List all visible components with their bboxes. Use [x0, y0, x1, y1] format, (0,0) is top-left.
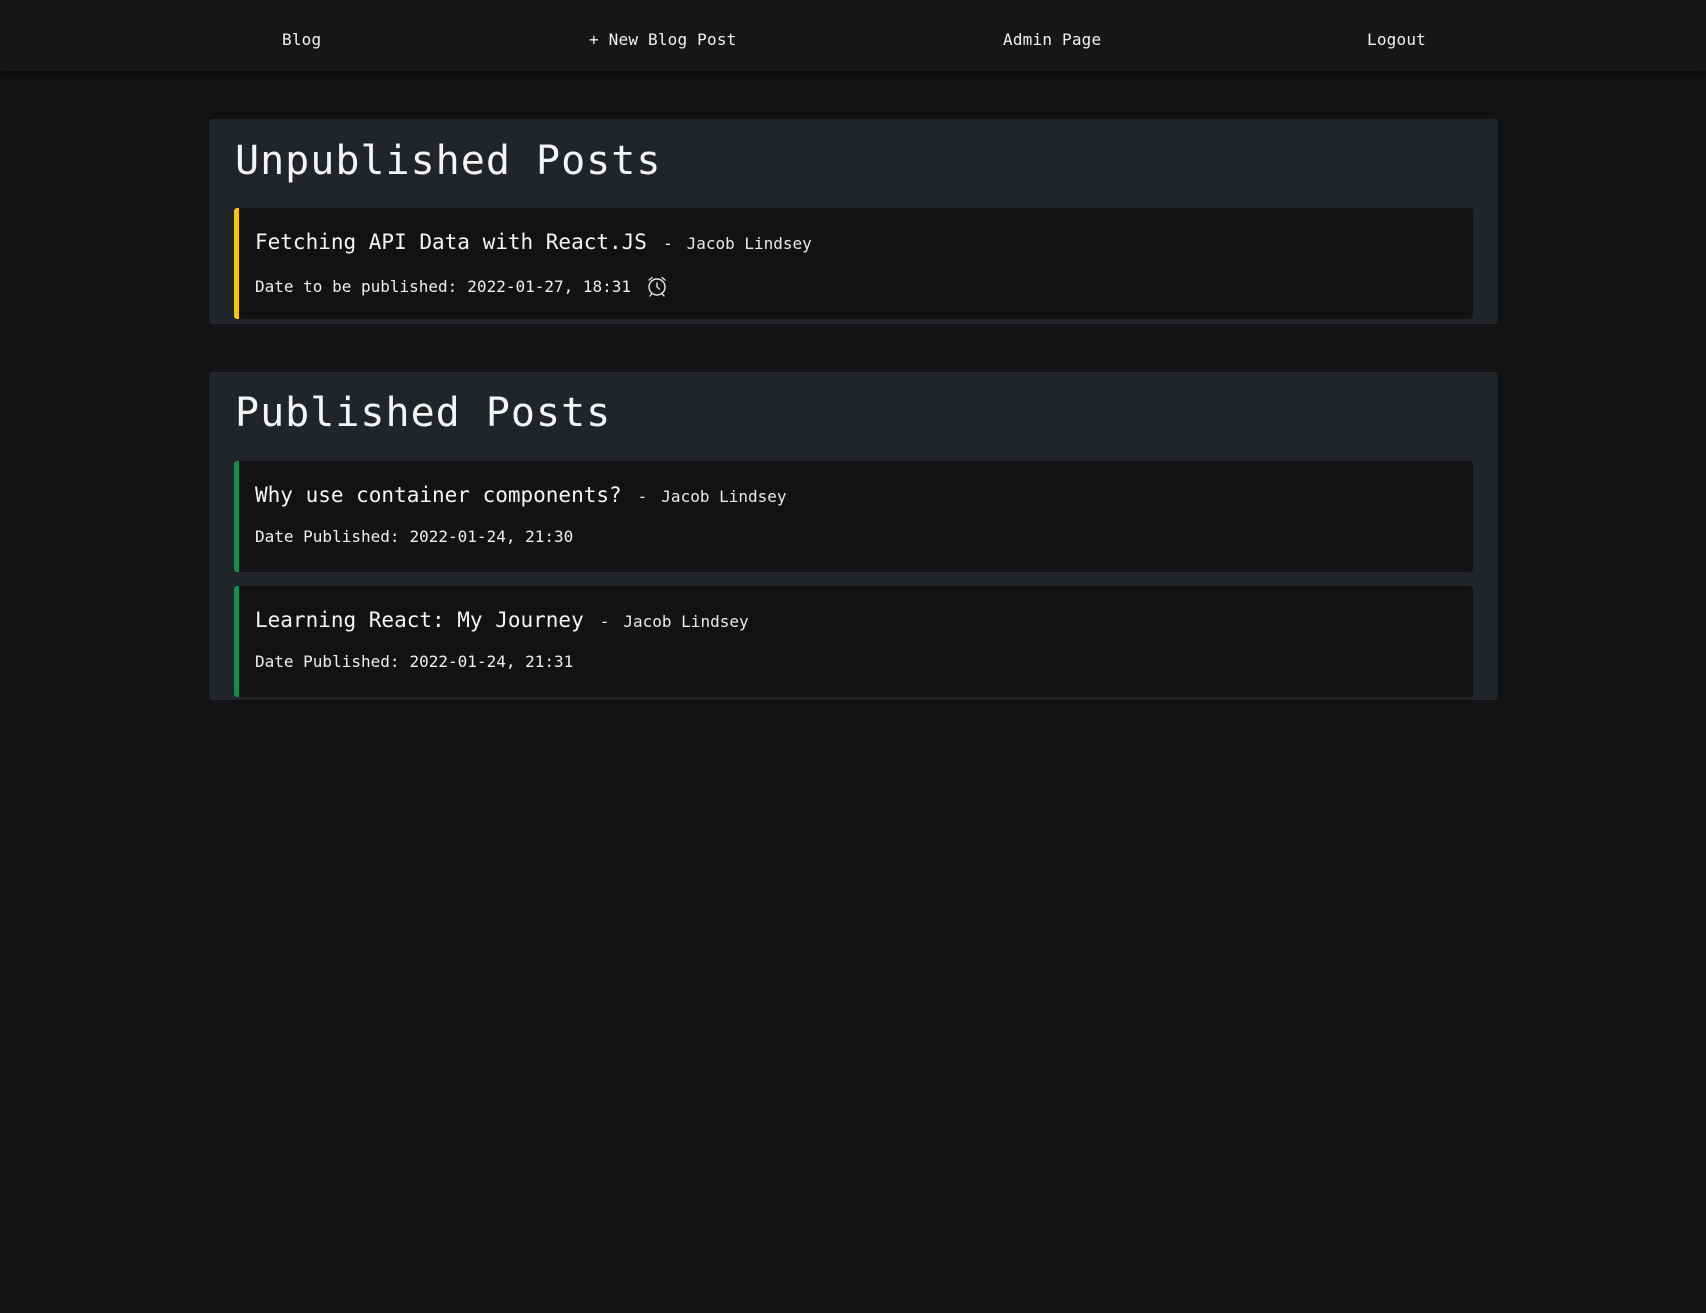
published-post-card[interactable]: Learning React: My Journey - Jacob Lindsey…	[234, 586, 1473, 697]
nav-link-logout[interactable]: Logout	[1367, 30, 1426, 49]
post-author: Jacob Lindsey	[661, 487, 787, 506]
post-date-row: Date Published: 2022-01-24, 21:30	[255, 527, 573, 546]
post-title[interactable]: Why use container components?	[255, 483, 622, 507]
nav-link-new-blog-post[interactable]: + New Blog Post	[589, 30, 737, 49]
top-navbar: Blog + New Blog Post Admin Page Logout	[0, 0, 1706, 71]
nav-link-blog[interactable]: Blog	[282, 30, 321, 49]
post-title[interactable]: Learning React: My Journey	[255, 608, 584, 632]
published-posts-panel: Published Posts Why use container compon…	[209, 372, 1498, 700]
post-date-row: Date Published: 2022-01-24, 21:31	[255, 652, 573, 671]
nav-link-admin-page[interactable]: Admin Page	[1003, 30, 1101, 49]
title-author-separator: -	[637, 487, 648, 506]
alarm-clock-icon	[645, 274, 669, 298]
post-title[interactable]: Fetching API Data with React.JS	[255, 230, 647, 254]
published-post-card[interactable]: Why use container components? - Jacob Lind…	[234, 461, 1473, 572]
unpublished-posts-heading: Unpublished Posts	[235, 138, 662, 184]
unpublished-posts-panel: Unpublished Posts Fetching API Data with…	[209, 119, 1498, 324]
post-author: Jacob Lindsey	[623, 612, 749, 631]
published-date-value: 2022-01-24, 21:30	[409, 527, 574, 546]
scheduled-date-value: 2022-01-27, 18:31	[467, 276, 632, 296]
post-date-row: Date to be published: 2022-01-27, 18:31	[255, 274, 669, 298]
post-headline: Why use container components? - Jacob Lind…	[255, 483, 787, 507]
published-date-label: Date Published:	[255, 652, 400, 671]
post-author: Jacob Lindsey	[686, 234, 812, 253]
title-author-separator: -	[662, 234, 673, 253]
published-date-value: 2022-01-24, 21:31	[409, 652, 574, 671]
title-author-separator: -	[599, 612, 610, 631]
published-posts-heading: Published Posts	[235, 390, 612, 436]
published-date-label: Date Published:	[255, 527, 400, 546]
unpublished-post-card[interactable]: Fetching API Data with React.JS - Jacob Li…	[234, 208, 1473, 319]
scheduled-date-label: Date to be published:	[255, 276, 458, 296]
post-headline: Fetching API Data with React.JS - Jacob Li…	[255, 230, 812, 254]
post-headline: Learning React: My Journey - Jacob Lindsey	[255, 608, 749, 632]
